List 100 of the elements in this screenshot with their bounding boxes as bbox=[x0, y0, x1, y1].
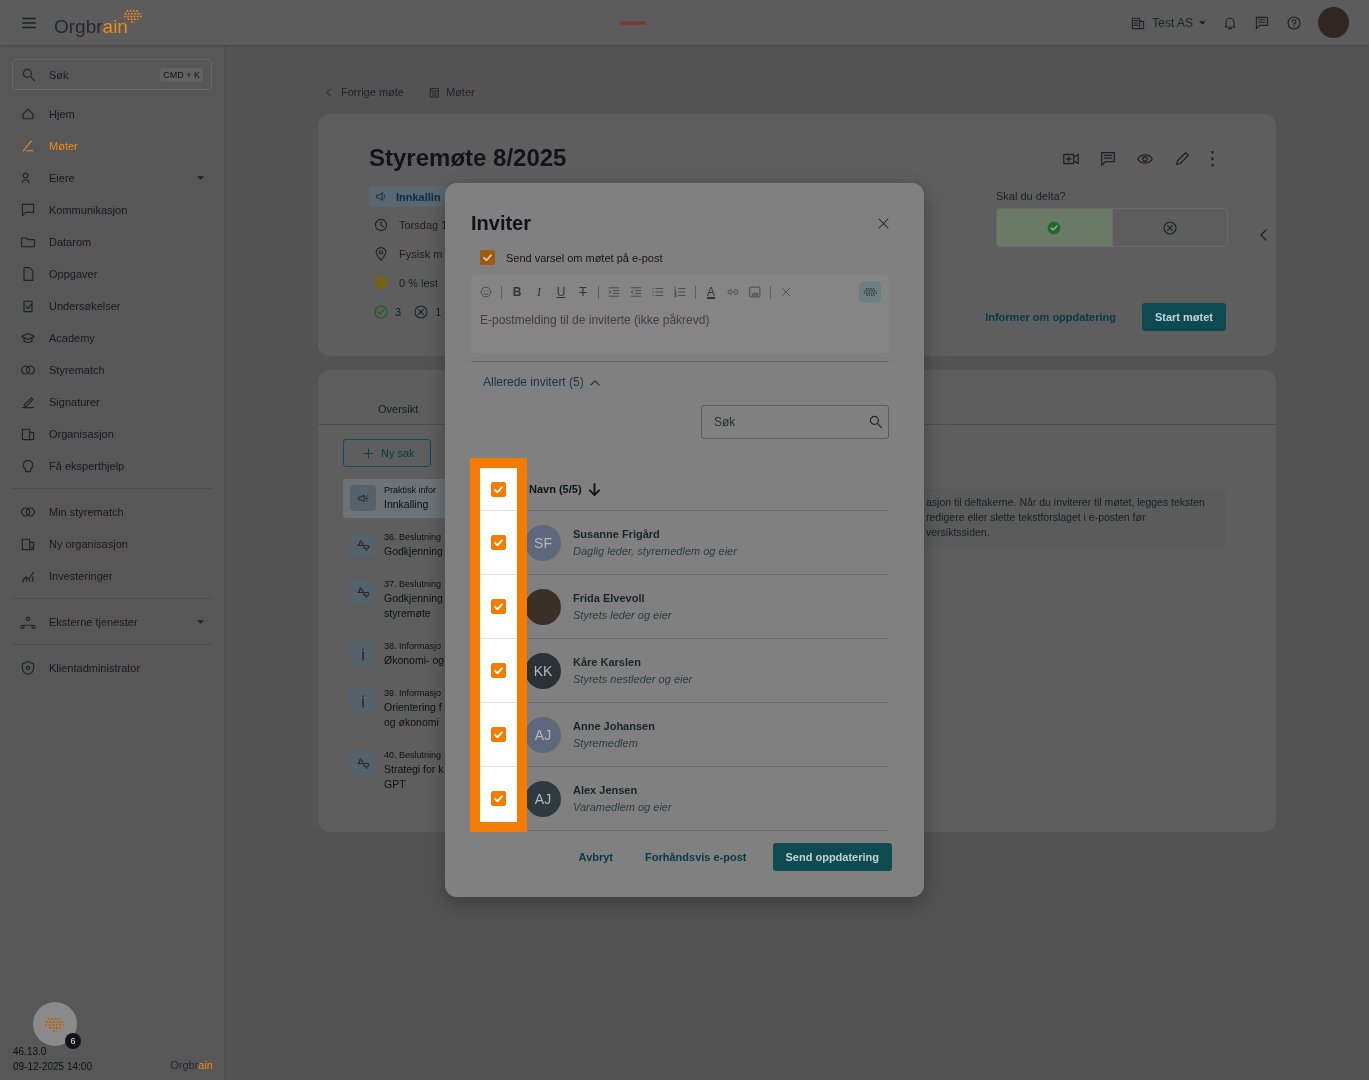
checkbox[interactable] bbox=[491, 535, 506, 550]
person-name: Frida Elvevoll bbox=[573, 592, 646, 604]
check-circle-icon bbox=[1046, 219, 1063, 236]
attendance-question: Skal du delta? bbox=[996, 190, 1066, 202]
building-icon bbox=[20, 536, 36, 552]
search-field[interactable]: Søk bbox=[701, 405, 889, 439]
avatar: AJ bbox=[525, 716, 561, 753]
clear-format-icon[interactable] bbox=[779, 285, 793, 299]
chevron-icon bbox=[589, 378, 600, 386]
sidebar-item[interactable]: Min styrematch bbox=[12, 496, 212, 528]
pen-icon bbox=[20, 394, 36, 410]
inform-update-link[interactable]: Informer om oppdatering bbox=[985, 311, 1116, 323]
user-avatar[interactable] bbox=[1318, 7, 1349, 38]
checkbox[interactable] bbox=[491, 727, 506, 742]
agenda-item[interactable]: 39. Informasjo Orientering f og økonomi bbox=[343, 682, 465, 736]
checkbox-label: Send varsel om møtet på e-post bbox=[506, 251, 663, 264]
sidebar-item[interactable]: Organisasjon bbox=[12, 418, 212, 450]
logo-icon bbox=[619, 19, 646, 26]
badge-icon bbox=[373, 274, 389, 291]
text-button[interactable]: Forhåndsvis e-post bbox=[639, 843, 753, 871]
sidebar-item[interactable]: Datarom bbox=[12, 226, 212, 258]
chevron-left-icon[interactable] bbox=[1260, 229, 1267, 241]
agenda-item[interactable]: 38. Informasjo Økonomi- og bbox=[343, 635, 465, 674]
graduation-cap-icon bbox=[20, 330, 36, 346]
check-icon bbox=[494, 539, 503, 546]
sidebar-item[interactable]: Få eksperthjelp bbox=[12, 450, 212, 482]
location-icon bbox=[373, 245, 389, 262]
agenda-item[interactable]: 36. Beslutning Godkjenning bbox=[343, 526, 465, 565]
x-circle-icon bbox=[413, 303, 430, 320]
checkbox[interactable] bbox=[480, 250, 495, 265]
plus-icon bbox=[362, 446, 375, 460]
agenda-item[interactable]: 40. Beslutning Strategi for k GPT bbox=[343, 744, 465, 798]
send-update-button[interactable]: Send oppdatering bbox=[772, 843, 892, 871]
text-button[interactable]: Avbryt bbox=[572, 843, 620, 871]
info-icon bbox=[361, 647, 365, 661]
response-count: 1 bbox=[435, 305, 442, 318]
sidebar-item[interactable]: Hjem bbox=[12, 98, 212, 130]
sidebar-item[interactable]: Oppgaver bbox=[12, 258, 212, 290]
format-button[interactable]: A bbox=[704, 285, 718, 299]
format-button[interactable]: U bbox=[554, 285, 568, 299]
sidebar-item[interactable]: Investeringer bbox=[12, 560, 212, 592]
start-meeting-button[interactable]: Start møtet bbox=[1141, 303, 1226, 331]
tab[interactable]: Oversikt bbox=[378, 403, 419, 424]
sidebar-item[interactable]: Signaturer bbox=[12, 386, 212, 418]
search-icon bbox=[21, 66, 37, 83]
column-header[interactable]: Navn (5/5) bbox=[529, 468, 601, 510]
new-item-button[interactable]: Ny sak bbox=[343, 439, 431, 467]
notification-badge: 6 bbox=[65, 1033, 81, 1049]
check-icon bbox=[483, 254, 492, 261]
person-role: Styremedlem bbox=[573, 737, 639, 749]
sidebar-item[interactable]: Ny organisasjon bbox=[12, 528, 212, 560]
format-button[interactable]: B bbox=[510, 285, 524, 299]
edit-icon[interactable] bbox=[1173, 150, 1191, 168]
indent-icon[interactable] bbox=[607, 285, 621, 299]
person-role: Styrets leder og eier bbox=[573, 609, 672, 621]
caret-icon bbox=[197, 620, 204, 624]
person-name: Kåre Karslen bbox=[573, 656, 642, 668]
logo[interactable]: Orgbrain bbox=[54, 15, 128, 38]
person-name: Susanne Frigård bbox=[573, 528, 661, 540]
search-icon bbox=[868, 414, 884, 430]
sidebar-item[interactable]: Styrematch bbox=[12, 354, 212, 386]
format-button[interactable]: I bbox=[532, 284, 546, 300]
checkbox[interactable] bbox=[491, 663, 506, 678]
ai-assist-button[interactable] bbox=[859, 281, 881, 303]
shield-icon bbox=[20, 660, 36, 676]
agenda-item[interactable]: 37. Beslutning Godkjenning styremøte bbox=[343, 573, 465, 627]
message-editor[interactable]: B I U T A E-postmelding til de inviterte (ikke påkrevd) bbox=[471, 275, 889, 353]
brain-icon bbox=[862, 288, 878, 296]
check-icon bbox=[494, 485, 503, 493]
help-icon[interactable] bbox=[1286, 14, 1302, 31]
select-all-checkbox[interactable] bbox=[491, 481, 506, 497]
bullet-list-icon[interactable] bbox=[651, 285, 665, 299]
checkbox[interactable] bbox=[491, 791, 506, 806]
meeting-detail: 0 % lest bbox=[399, 276, 439, 289]
sidebar-item[interactable]: Eiere bbox=[12, 162, 212, 194]
clipboard-icon bbox=[20, 298, 36, 314]
search-field[interactable]: Søk CMD + K bbox=[12, 59, 212, 90]
sidebar-item[interactable]: Møter bbox=[12, 130, 212, 162]
avatar: AJ bbox=[525, 780, 561, 817]
more-icon[interactable] bbox=[1210, 151, 1215, 167]
image-icon[interactable] bbox=[748, 285, 762, 299]
sidebar-item[interactable]: Kommunikasjon bbox=[12, 194, 212, 226]
emoji-icon[interactable] bbox=[479, 285, 493, 299]
person-name: Alex Jensen bbox=[573, 784, 639, 796]
check-icon bbox=[494, 603, 503, 610]
already-invited-toggle[interactable]: Allerede invitert (5) bbox=[483, 375, 600, 389]
numbered-list-icon[interactable] bbox=[673, 285, 687, 299]
sidebar-item[interactable]: Klientadministrator bbox=[12, 652, 212, 684]
outdent-icon[interactable] bbox=[629, 285, 643, 299]
comment-icon[interactable] bbox=[1099, 150, 1117, 168]
organization-switcher[interactable]: Test AS bbox=[1130, 14, 1206, 31]
sidebar-item[interactable]: Academy bbox=[12, 322, 212, 354]
check-icon bbox=[494, 667, 503, 674]
sidebar-item[interactable]: Eksterne tjenester bbox=[12, 606, 212, 638]
sidebar-item[interactable]: Undersøkelser bbox=[12, 290, 212, 322]
attendance-option[interactable] bbox=[997, 209, 1112, 246]
checkbox[interactable] bbox=[491, 599, 506, 614]
format-button[interactable]: T bbox=[576, 285, 590, 299]
chat-icon[interactable] bbox=[1254, 14, 1270, 31]
dialog-title: Inviter bbox=[471, 211, 532, 235]
